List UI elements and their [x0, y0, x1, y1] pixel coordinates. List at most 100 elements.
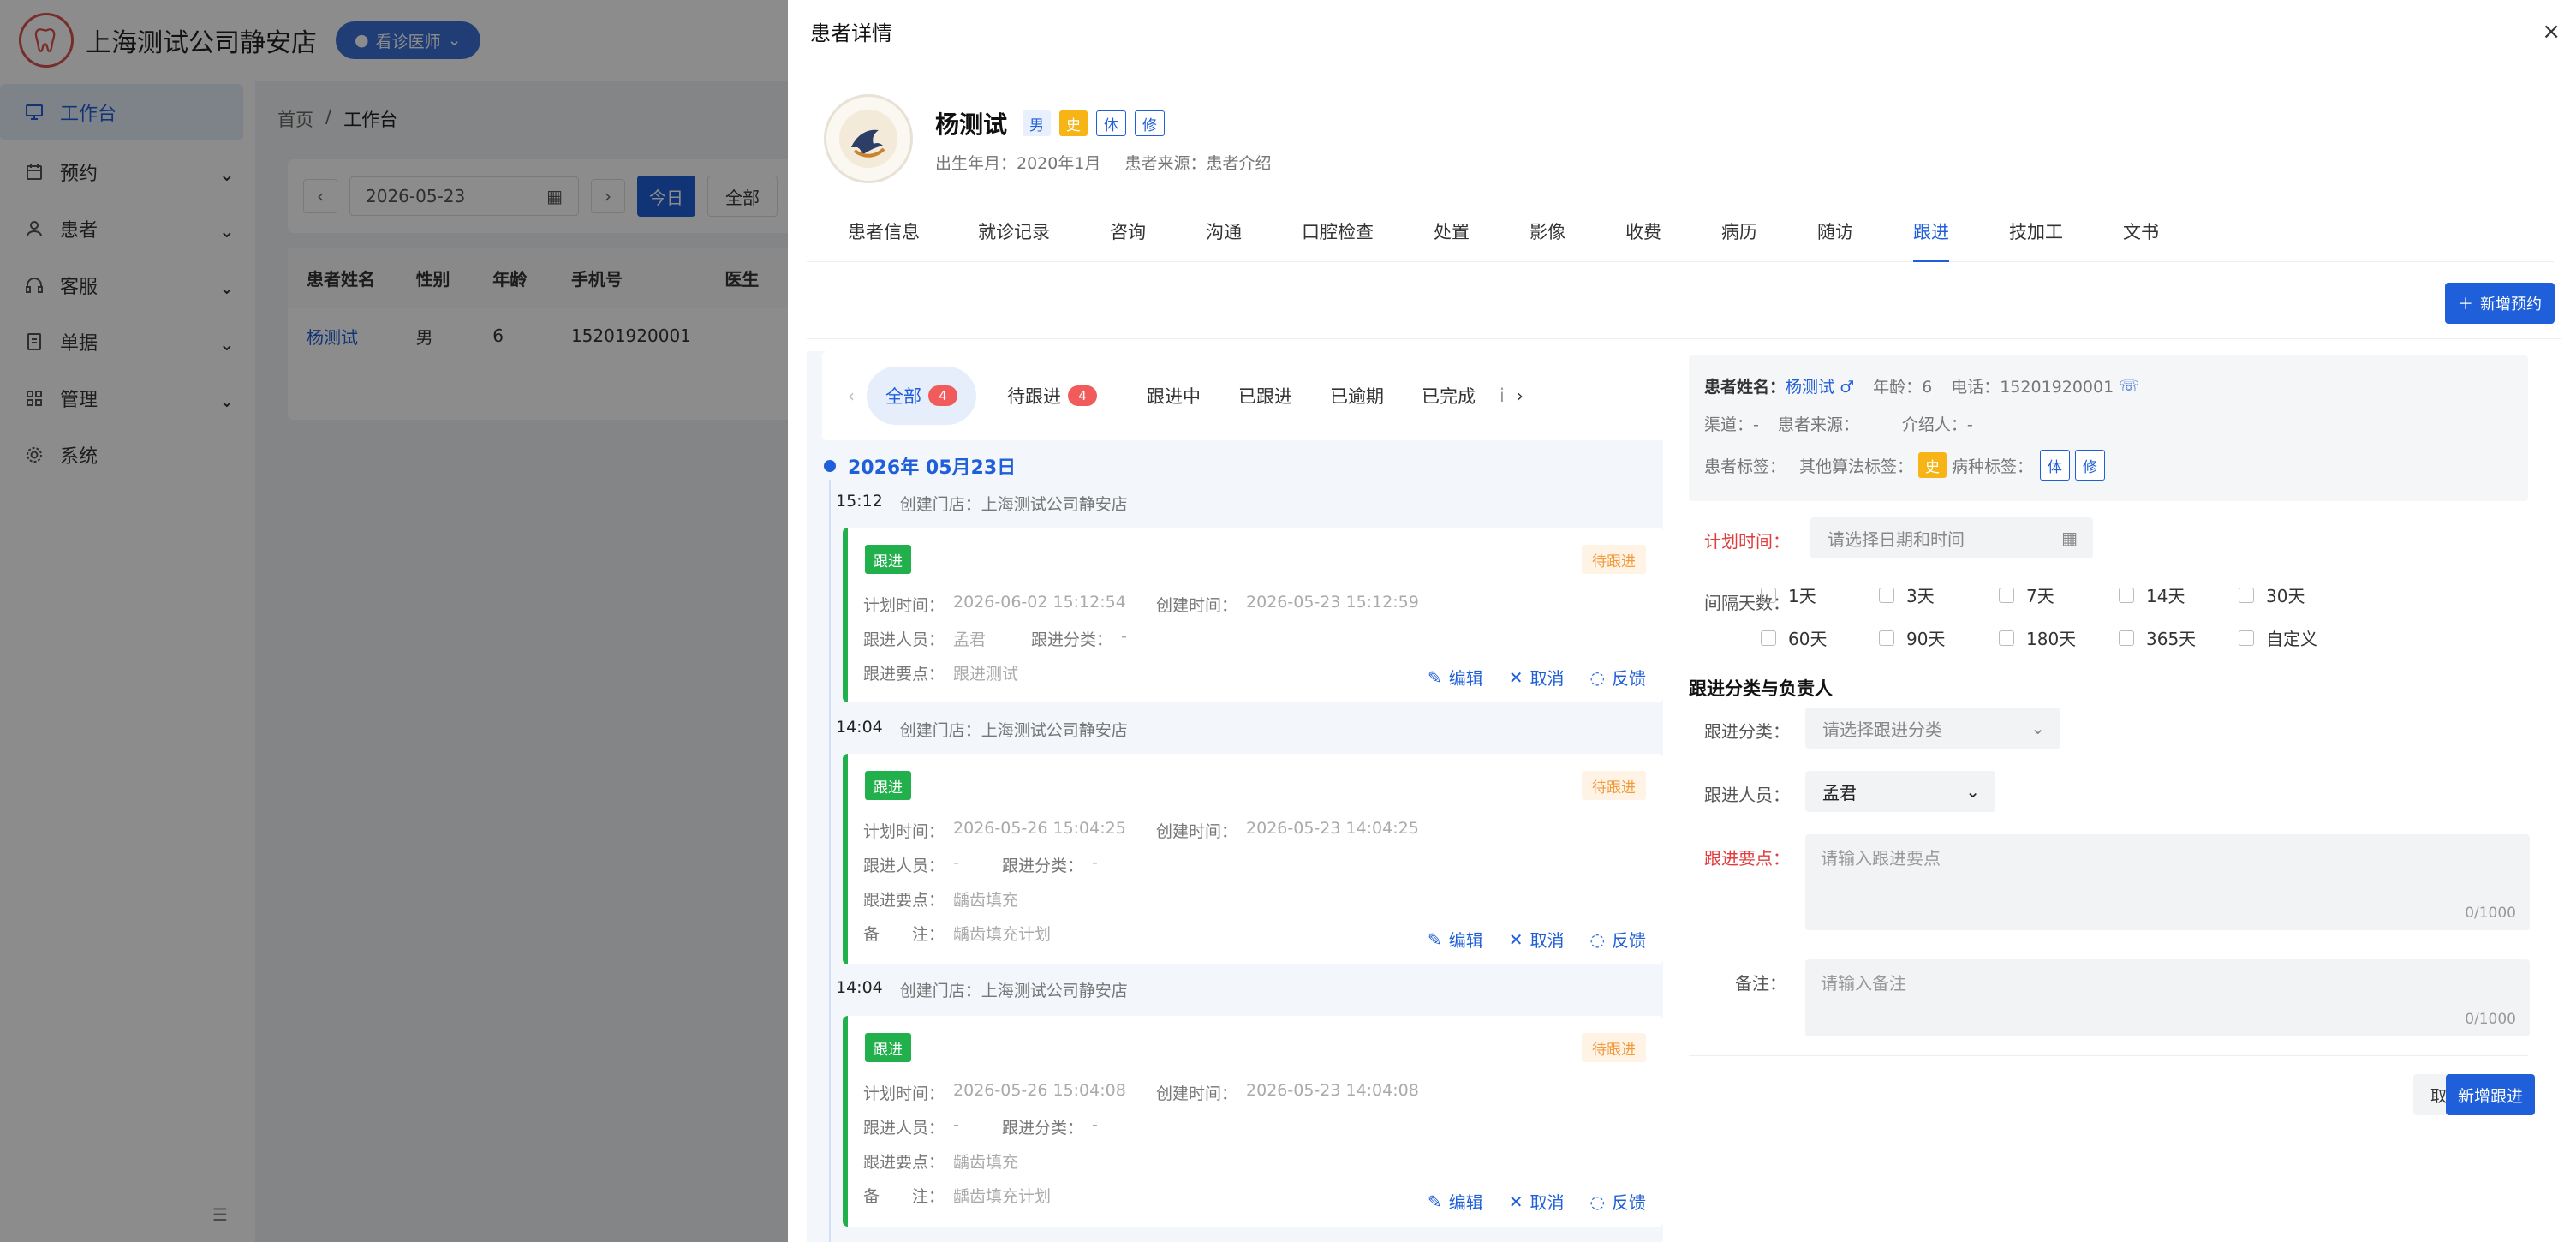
- remark-value: 龋齿填充计划: [953, 1187, 1052, 1206]
- points-textarea[interactable]: 请输入跟进要点 0/1000: [1805, 834, 2530, 930]
- feedback-button[interactable]: ◌ 反馈: [1590, 927, 1646, 952]
- plan-time-picker[interactable]: 请选择日期和时间 ▦: [1810, 517, 2093, 558]
- filter-tab-more[interactable]: i: [1494, 367, 1510, 425]
- checkbox[interactable]: [1999, 630, 2014, 646]
- person-label: 跟进人员：: [1704, 785, 1790, 805]
- interval-option-custom[interactable]: 自定义: [2239, 625, 2317, 650]
- tab-medical-record[interactable]: 病历: [1721, 200, 1757, 262]
- phone: 电话：15201920001: [1951, 378, 2114, 397]
- checkbox[interactable]: [1879, 630, 1894, 646]
- checkbox[interactable]: [1879, 587, 1894, 603]
- checkbox[interactable]: [2119, 630, 2134, 646]
- filter-tab-label: 已完成: [1422, 386, 1476, 407]
- plan-time-value: 2026-05-26 15:04:25: [953, 819, 1126, 838]
- tab-billing[interactable]: 收费: [1625, 200, 1661, 262]
- comment-icon: ◌: [1589, 929, 1605, 950]
- card-actions: ✎ 编辑 ✕ 取消 ◌ 反馈: [1428, 927, 1646, 952]
- remark-label: 备 注：: [863, 925, 945, 944]
- cancel-button[interactable]: ✕ 取消: [1509, 665, 1565, 690]
- remark-value: 龋齿填充计划: [953, 925, 1052, 944]
- disease-tags-label: 病种标签：: [1952, 457, 2034, 476]
- divider: [807, 338, 2561, 339]
- tab-lab-work[interactable]: 技加工: [2009, 200, 2063, 262]
- plan-time-placeholder: 请选择日期和时间: [1828, 528, 1965, 550]
- category-select[interactable]: 请选择跟进分类 ⌄: [1805, 708, 2060, 749]
- points-row: 跟进要点： 龋齿填充: [863, 1149, 1018, 1173]
- checkbox[interactable]: [2239, 587, 2254, 603]
- option-label: 365天: [2146, 629, 2197, 649]
- edit-button[interactable]: ✎ 编辑: [1428, 665, 1483, 690]
- interval-option-90[interactable]: 90天: [1879, 625, 1945, 650]
- tab-revisit[interactable]: 随访: [1817, 200, 1853, 262]
- chevron-left-icon[interactable]: ‹: [848, 385, 855, 406]
- cancel-button[interactable]: ✕ 取消: [1509, 1189, 1565, 1214]
- remark-textarea[interactable]: 请输入备注 0/1000: [1805, 959, 2530, 1036]
- add-followup-button[interactable]: 新增跟进: [2446, 1074, 2536, 1115]
- person-select[interactable]: 孟君 ⌄: [1805, 771, 1995, 812]
- feedback-button[interactable]: ◌ 反馈: [1590, 665, 1646, 690]
- category-row: 跟进分类： -: [1002, 1115, 1098, 1138]
- filter-tab-pending[interactable]: 待跟进 4: [988, 367, 1116, 425]
- category-placeholder: 请选择跟进分类: [1822, 719, 1942, 740]
- checkbox[interactable]: [1999, 587, 2014, 603]
- filter-tab-all[interactable]: 全部 4: [867, 367, 976, 425]
- entry-meta: 15:12 创建门店：上海测试公司静安店: [836, 492, 1128, 515]
- tab-treatment[interactable]: 处置: [1434, 200, 1470, 262]
- interval-option-180[interactable]: 180天: [1999, 625, 2076, 650]
- info-row: 患者标签： 其他算法标签： 史 病种标签： 体 修: [1704, 450, 2106, 481]
- edit-icon: ✎: [1428, 929, 1442, 950]
- tab-communication[interactable]: 沟通: [1206, 200, 1242, 262]
- tab-documents[interactable]: 文书: [2123, 200, 2159, 262]
- modal-overlay[interactable]: [0, 0, 788, 1242]
- edit-label: 编辑: [1448, 668, 1483, 689]
- edit-button[interactable]: ✎ 编辑: [1428, 927, 1483, 952]
- cancel-button[interactable]: ✕ 取消: [1509, 927, 1565, 952]
- created-time-label: 创建时间：: [1156, 596, 1238, 615]
- created-time-value: 2026-05-23 14:04:25: [1246, 819, 1419, 838]
- checkbox[interactable]: [1761, 630, 1776, 646]
- interval-option-60[interactable]: 60天: [1761, 625, 1827, 650]
- interval-option-14[interactable]: 14天: [2119, 582, 2185, 607]
- points-label: 跟进要点：: [1704, 848, 1790, 869]
- checkbox[interactable]: [2119, 587, 2134, 603]
- close-icon[interactable]: ×: [2542, 19, 2561, 45]
- interval-option-30[interactable]: 30天: [2239, 582, 2305, 607]
- points-placeholder: 请输入跟进要点: [1821, 848, 1941, 869]
- chevron-right-icon[interactable]: ›: [1517, 385, 1524, 406]
- checkbox[interactable]: [2239, 630, 2254, 646]
- tab-imaging[interactable]: 影像: [1530, 200, 1565, 262]
- edit-button[interactable]: ✎ 编辑: [1428, 1189, 1483, 1214]
- interval-option-3[interactable]: 3天: [1879, 582, 1935, 607]
- tab-followup[interactable]: 跟进: [1913, 200, 1949, 262]
- filter-tab-overdue[interactable]: 已逾期: [1311, 367, 1403, 425]
- patient-info-box: 患者姓名：杨测试 ♂ 年龄：6 电话：15201920001 ☏ 渠道：- 患者…: [1689, 355, 2528, 501]
- source: 患者来源：: [1777, 415, 1859, 434]
- feedback-button[interactable]: ◌ 反馈: [1590, 1189, 1646, 1214]
- tab-visit-records[interactable]: 就诊记录: [978, 200, 1050, 262]
- patient-source: 患者来源：患者介绍: [1124, 154, 1272, 173]
- comment-icon: ◌: [1589, 1191, 1605, 1212]
- followup-card: 跟进 待跟进 计划时间： 2026-06-02 15:12:54 创建时间： 2…: [843, 528, 1663, 702]
- cancel-label: 取消: [1530, 930, 1565, 951]
- new-appointment-label: 新增预约: [2480, 296, 2542, 313]
- tab-oral-exam[interactable]: 口腔检查: [1302, 200, 1374, 262]
- channel: 渠道：-: [1704, 415, 1759, 434]
- option-label: 7天: [2026, 586, 2054, 606]
- filter-tab-followed[interactable]: 已跟进: [1219, 367, 1311, 425]
- checkbox[interactable]: [1761, 587, 1776, 603]
- phone-icon[interactable]: ☏: [2119, 377, 2139, 396]
- interval-option-1[interactable]: 1天: [1761, 582, 1816, 607]
- new-appointment-button[interactable]: ＋ 新增预约: [2445, 283, 2555, 324]
- tab-patient-info[interactable]: 患者信息: [848, 200, 920, 262]
- status-badge: 待跟进: [1582, 771, 1646, 800]
- tab-consult[interactable]: 咨询: [1110, 200, 1146, 262]
- plus-icon: ＋: [2458, 296, 2473, 313]
- points-label: 跟进要点：: [863, 891, 945, 910]
- filter-tab-done[interactable]: 已完成: [1403, 367, 1494, 425]
- category-label: 跟进分类：: [1002, 1119, 1084, 1138]
- person-value: -: [953, 1115, 959, 1134]
- patient-name-link[interactable]: 杨测试: [1786, 378, 1834, 397]
- filter-tab-in-progress[interactable]: 跟进中: [1128, 367, 1219, 425]
- interval-option-365[interactable]: 365天: [2119, 625, 2196, 650]
- interval-option-7[interactable]: 7天: [1999, 582, 2054, 607]
